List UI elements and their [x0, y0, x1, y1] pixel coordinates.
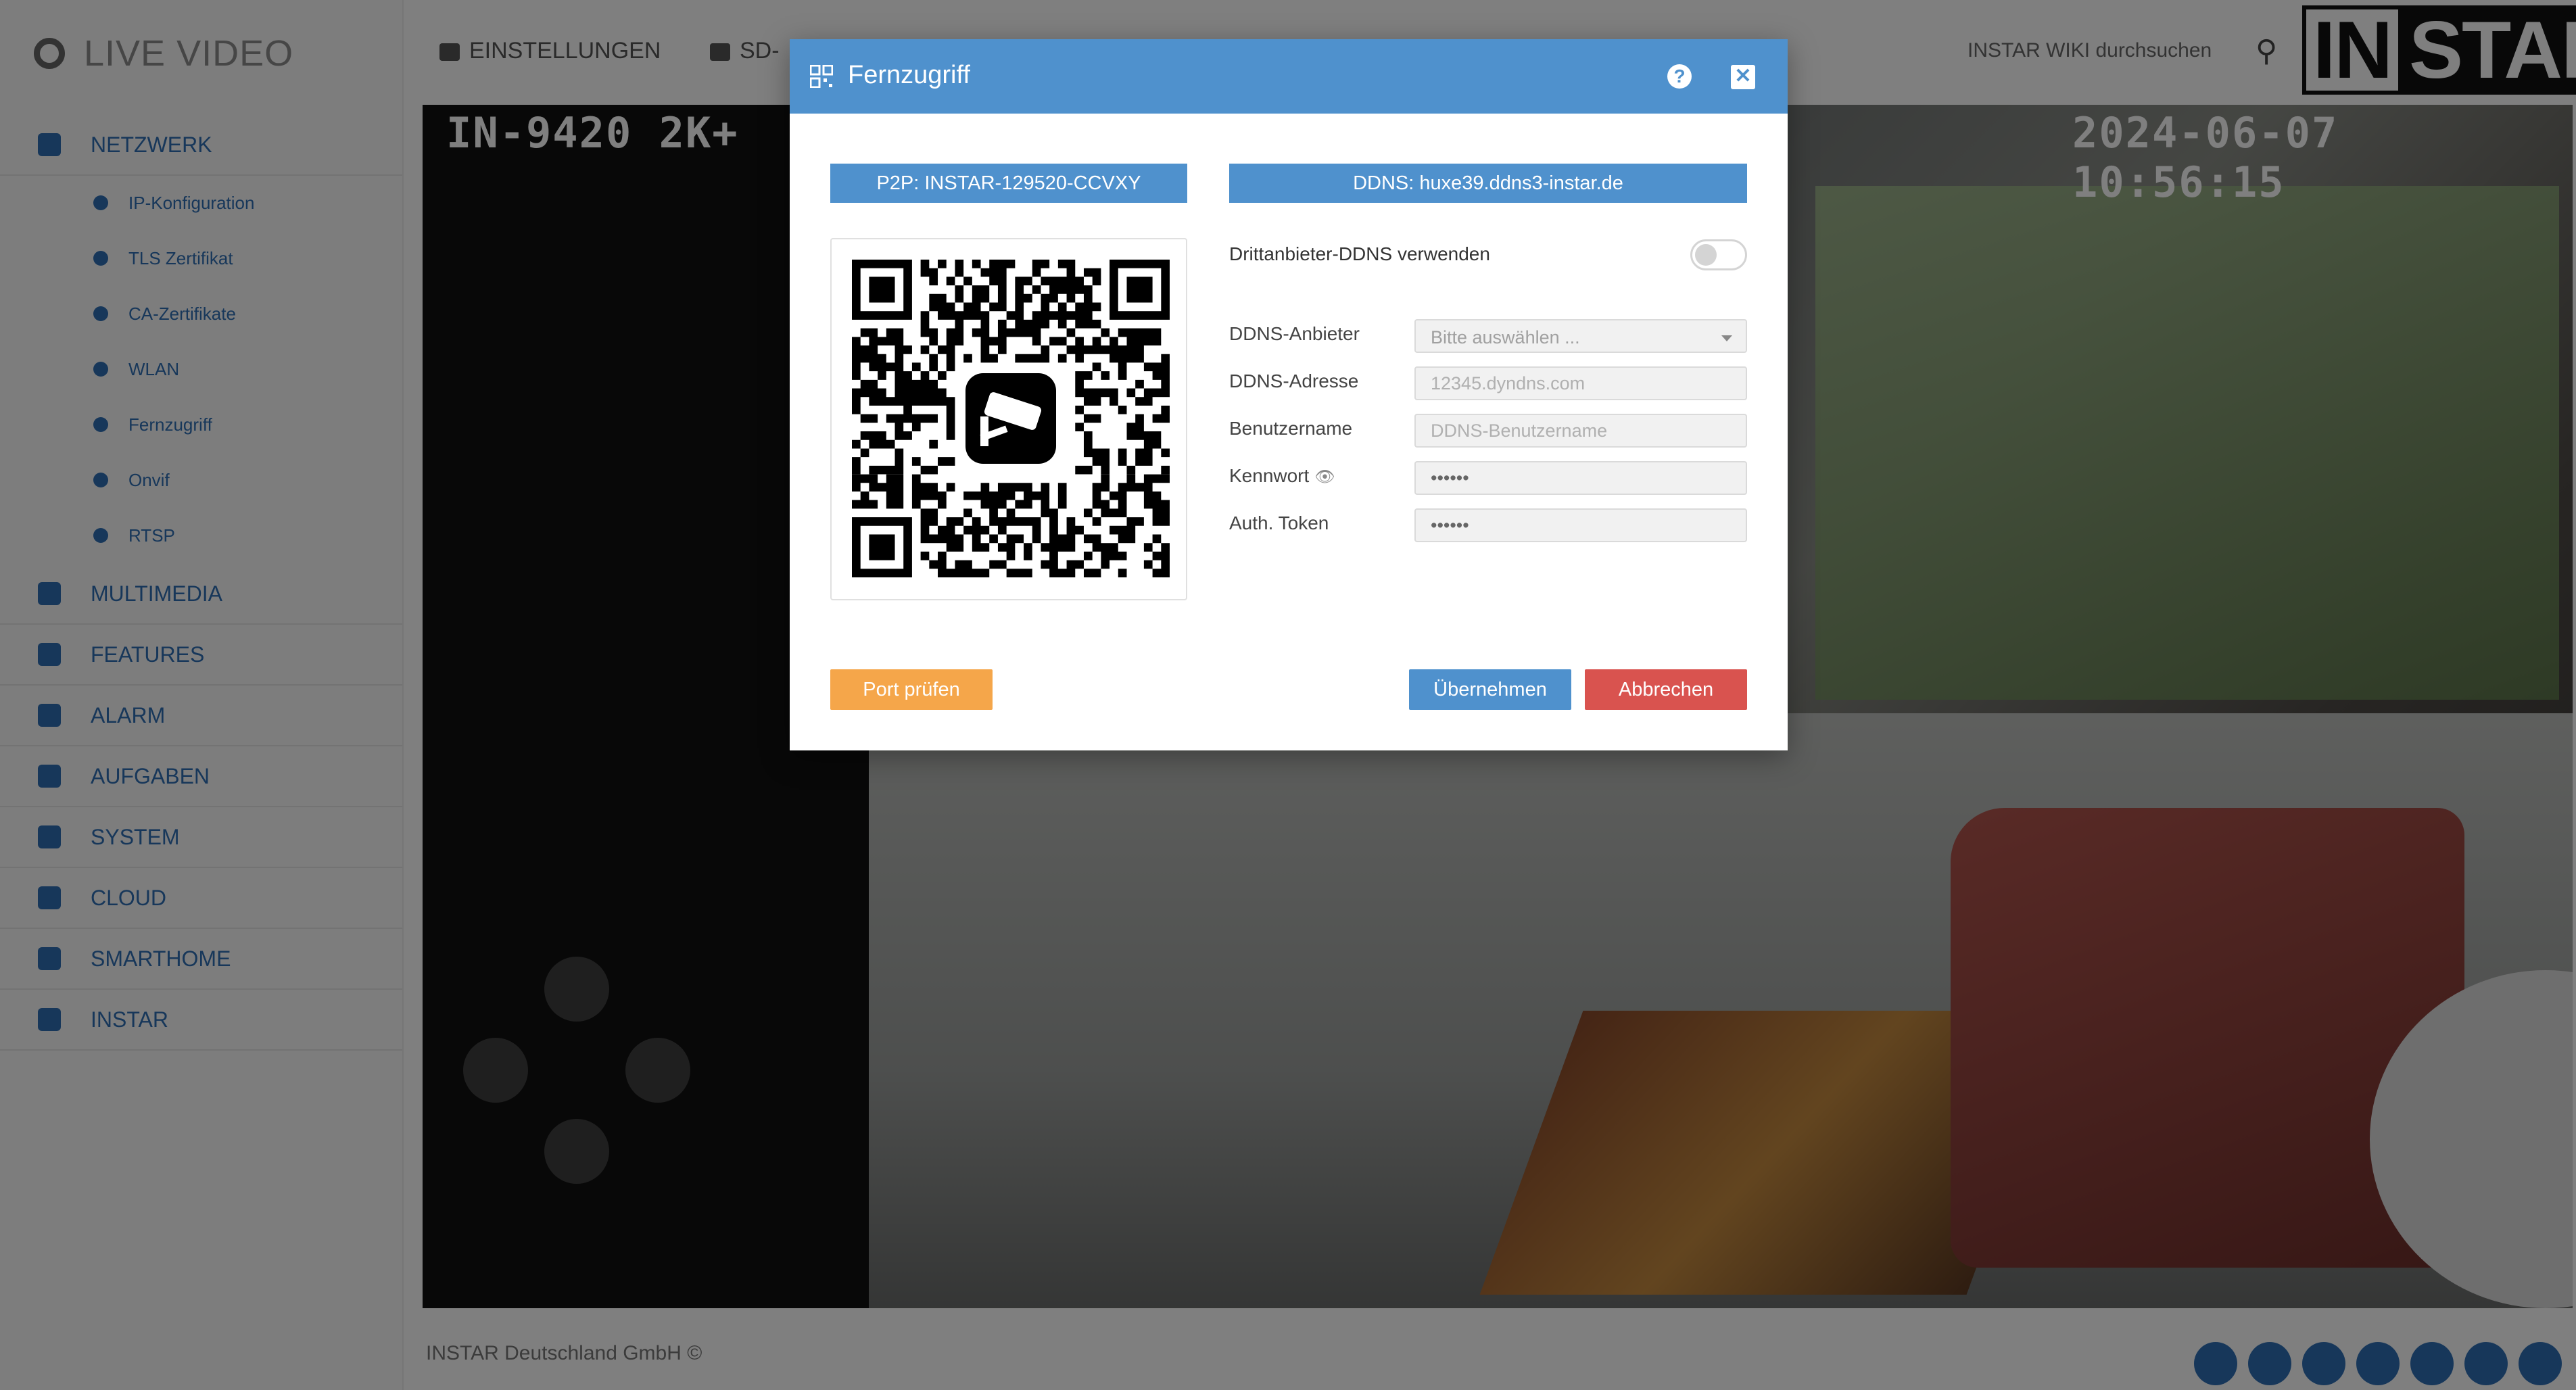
ddns-provider-value: Bitte auswählen ...	[1431, 327, 1580, 348]
username-input[interactable]	[1414, 414, 1747, 448]
password-input[interactable]	[1414, 461, 1747, 495]
eye-icon[interactable]: 👁	[1314, 467, 1335, 487]
ddns-address-field-label: DDNS-Adresse	[1229, 370, 1359, 391]
port-check-button[interactable]: Port prüfen	[830, 669, 993, 710]
auth-token-input[interactable]	[1414, 508, 1747, 542]
p2p-id-label[interactable]: P2P: INSTAR-129520-CCVXY	[830, 164, 1187, 203]
chevron-down-icon	[1721, 335, 1732, 341]
toggle-knob	[1695, 244, 1717, 266]
ddns-provider-label: DDNS-Anbieter	[1229, 323, 1360, 344]
help-icon[interactable]: ?	[1667, 64, 1692, 89]
auth-token-label: Auth. Token	[1229, 512, 1329, 533]
p2p-qr-code	[852, 260, 1170, 577]
username-label: Benutzername	[1229, 418, 1353, 439]
cancel-button[interactable]: Abbrechen	[1585, 669, 1747, 710]
third-party-ddns-label: Drittanbieter-DDNS verwenden	[1229, 243, 1490, 264]
qr-code-icon	[810, 65, 833, 88]
qr-code-panel	[830, 238, 1187, 600]
third-party-ddns-toggle[interactable]	[1690, 239, 1747, 270]
fernzugriff-dialog: Fernzugriff ? ✕ P2P: INSTAR-129520-CCVXY…	[790, 39, 1788, 750]
close-icon[interactable]: ✕	[1731, 65, 1755, 89]
dialog-header: Fernzugriff ? ✕	[790, 39, 1788, 114]
ddns-address-input[interactable]	[1414, 366, 1747, 400]
apply-button[interactable]: Übernehmen	[1409, 669, 1571, 710]
ddns-address-label[interactable]: DDNS: huxe39.ddns3-instar.de	[1229, 164, 1747, 203]
dialog-title: Fernzugriff	[848, 61, 970, 89]
password-label-text: Kennwort	[1229, 465, 1310, 486]
security-camera-icon	[960, 368, 1062, 469]
ddns-provider-select[interactable]: Bitte auswählen ...	[1414, 319, 1747, 353]
password-label: Kennwort 👁	[1229, 465, 1335, 487]
